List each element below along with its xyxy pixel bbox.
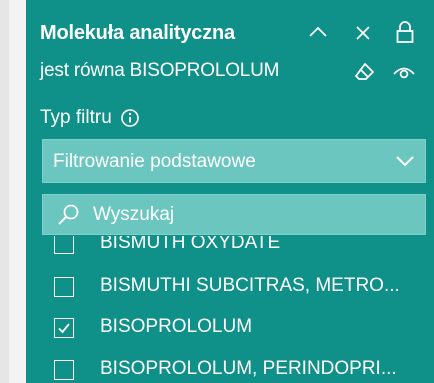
list-item-label: BISOPROLOLUM, PERINDOPRI... [100, 358, 397, 379]
list-item-label: BISMUTHI SUBCITRAS, METRO... [100, 275, 400, 296]
list-item[interactable]: BISMUTHI SUBCITRAS, METRO... [54, 268, 434, 308]
chevron-up-icon[interactable] [307, 24, 329, 40]
canvas-edge [0, 0, 9, 383]
search-input[interactable] [93, 200, 413, 230]
slicer-subtitle: jest równa BISOPROLOLUM [40, 60, 280, 81]
filter-type-row: Typ filtru [40, 107, 140, 129]
slicer-title: Molekuła analityczna [40, 22, 235, 44]
checkbox-checked[interactable] [54, 318, 74, 338]
value-list[interactable]: BISMUTH OXYDATE BISMUTHI SUBCITRAS, METR… [26, 236, 434, 383]
chevron-down-icon [396, 156, 414, 167]
filter-type-value: Filtrowanie podstawowe [53, 151, 256, 172]
info-icon[interactable] [120, 108, 140, 128]
checkmark-icon [58, 323, 70, 334]
lock-icon[interactable] [395, 20, 415, 44]
checkbox[interactable] [54, 236, 74, 254]
filter-type-label: Typ filtru [40, 107, 112, 128]
list-item[interactable]: BISOPROLOLUM, PERINDOPRI... [54, 351, 434, 383]
list-item[interactable]: BISOPROLOLUM [54, 309, 434, 349]
eye-icon[interactable] [392, 62, 416, 82]
close-icon[interactable] [354, 24, 372, 42]
list-item-label: BISMUTH OXYDATE [100, 236, 281, 253]
checkbox[interactable] [54, 277, 74, 297]
filter-card: Molekuła analityczna jest równa BISOPROL… [26, 0, 434, 383]
search-icon [58, 204, 79, 225]
list-item-label: BISOPROLOLUM [100, 316, 253, 337]
search-box[interactable] [42, 194, 426, 235]
list-item[interactable]: BISMUTH OXYDATE [54, 236, 434, 265]
filter-type-dropdown[interactable]: Filtrowanie podstawowe [42, 139, 426, 183]
eraser-icon[interactable] [354, 61, 376, 83]
checkbox[interactable] [54, 360, 74, 380]
